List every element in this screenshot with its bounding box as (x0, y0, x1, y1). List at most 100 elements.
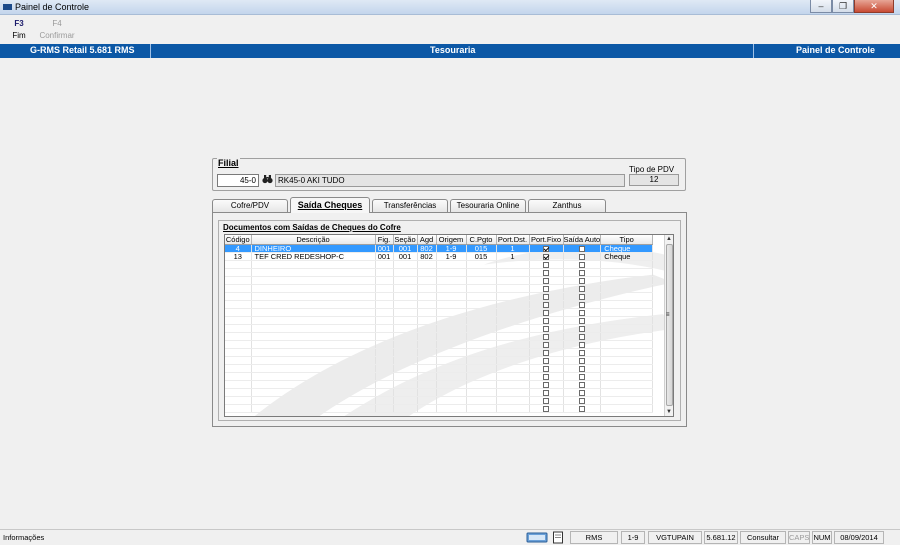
col-saidaauto[interactable]: Saída Auto (563, 235, 602, 245)
saida-auto-checkbox[interactable] (578, 270, 585, 277)
port-fixo-checkbox[interactable] (543, 350, 549, 357)
port-fixo-checkbox[interactable] (543, 326, 549, 333)
saida-auto-checkbox[interactable] (578, 342, 585, 349)
tab-cofre-pdv[interactable]: Cofre/PDV (212, 199, 288, 212)
col-portfixo[interactable]: Port.Fixo (529, 235, 564, 245)
empty-row[interactable] (225, 404, 654, 414)
tab-tesouraria-online[interactable]: Tesouraria Online (450, 199, 526, 212)
empty-cell (563, 388, 602, 398)
empty-cell (563, 324, 602, 334)
port-fixo-checkbox[interactable] (543, 246, 549, 253)
saida-auto-checkbox[interactable] (578, 366, 585, 373)
empty-cell (529, 396, 564, 406)
saida-auto-checkbox[interactable] (578, 254, 585, 261)
confirmar-key: F4 (52, 19, 62, 28)
empty-row[interactable] (225, 332, 654, 342)
port-fixo-checkbox[interactable] (543, 302, 549, 309)
scroll-down-icon[interactable]: ▼ (665, 408, 673, 416)
port-fixo-checkbox[interactable] (543, 390, 549, 397)
empty-cell (563, 292, 602, 302)
port-fixo-checkbox[interactable] (543, 342, 549, 349)
toolbar: F3 Fim F4 Confirmar (0, 15, 900, 44)
empty-row[interactable] (225, 348, 654, 358)
restore-icon[interactable]: ❐ (832, 0, 854, 13)
tab-saida-cheques[interactable]: Saída Cheques (290, 197, 370, 213)
port-fixo-checkbox[interactable] (543, 358, 549, 365)
saida-auto-checkbox[interactable] (578, 350, 585, 357)
empty-row[interactable] (225, 292, 654, 302)
saida-auto-checkbox[interactable] (578, 374, 585, 381)
empty-row[interactable] (225, 364, 654, 374)
empty-cell (529, 372, 564, 382)
empty-cell (529, 348, 564, 358)
saida-auto-checkbox[interactable] (578, 358, 585, 365)
saida-auto-checkbox[interactable] (578, 310, 585, 317)
empty-row[interactable] (225, 308, 654, 318)
saida-auto-checkbox[interactable] (578, 278, 585, 285)
empty-cell (436, 404, 467, 414)
empty-row[interactable] (225, 276, 654, 286)
empty-row[interactable] (225, 284, 654, 294)
empty-row[interactable] (225, 260, 654, 270)
empty-row[interactable] (225, 388, 654, 398)
saida-auto-checkbox[interactable] (578, 382, 585, 389)
port-fixo-checkbox[interactable] (543, 310, 549, 317)
saida-auto-checkbox[interactable] (578, 318, 585, 325)
saida-auto-checkbox[interactable] (578, 246, 585, 253)
status-version: 5.681.12 (704, 531, 738, 544)
grid-scrollbar[interactable]: ▲ ≡ ▼ (664, 235, 673, 416)
empty-row[interactable] (225, 340, 654, 350)
port-fixo-checkbox[interactable] (543, 286, 549, 293)
port-fixo-checkbox[interactable] (543, 294, 549, 301)
filial-code-input[interactable]: 45-0 (217, 174, 259, 187)
saida-auto-checkbox[interactable] (578, 286, 585, 293)
saida-auto-checkbox[interactable] (578, 302, 585, 309)
empty-cell (563, 332, 602, 342)
status-info: Informações (3, 533, 45, 542)
port-fixo-checkbox[interactable] (543, 374, 549, 381)
empty-cell (529, 364, 564, 374)
table-row[interactable]: 13 TEF CRED REDESHOP-C 001 001 802 1-9 015 1 Che… (225, 252, 654, 262)
documents-grid[interactable]: Código Descrição Fig. Seção Agd Origem C… (224, 234, 674, 417)
confirmar-button[interactable]: F4 Confirmar (38, 19, 76, 40)
minimize-icon[interactable]: – (810, 0, 832, 13)
port-fixo-checkbox[interactable] (543, 382, 549, 389)
saida-auto-checkbox[interactable] (578, 406, 585, 413)
empty-row[interactable] (225, 396, 654, 406)
port-fixo-checkbox[interactable] (543, 398, 549, 405)
empty-row[interactable] (225, 324, 654, 334)
tab-transferencias[interactable]: Transferências (372, 199, 448, 212)
close-icon[interactable]: ✕ (854, 0, 894, 13)
tab-zanthus[interactable]: Zanthus (528, 199, 606, 212)
binoculars-icon[interactable] (262, 174, 273, 186)
port-fixo-checkbox[interactable] (543, 318, 549, 325)
header-divider (753, 44, 754, 58)
saida-auto-checkbox[interactable] (578, 334, 585, 341)
port-fixo-checkbox[interactable] (543, 366, 549, 373)
port-fixo-checkbox[interactable] (543, 270, 549, 277)
port-fixo-checkbox[interactable] (543, 278, 549, 285)
empty-row[interactable] (225, 380, 654, 390)
port-fixo-checkbox[interactable] (543, 334, 549, 341)
documents-table: Código Descrição Fig. Seção Agd Origem C… (225, 235, 654, 414)
port-fixo-checkbox[interactable] (543, 406, 549, 413)
empty-row[interactable] (225, 316, 654, 326)
saida-auto-checkbox[interactable] (578, 398, 585, 405)
scroll-thumb[interactable] (666, 244, 673, 406)
empty-cell (563, 348, 602, 358)
empty-cell (563, 396, 602, 406)
empty-row[interactable] (225, 356, 654, 366)
empty-row[interactable] (225, 372, 654, 382)
fim-button[interactable]: F3 Fim (9, 19, 29, 40)
empty-row[interactable] (225, 268, 654, 278)
scroll-up-icon[interactable]: ▲ (665, 235, 673, 243)
saida-auto-checkbox[interactable] (578, 326, 585, 333)
documents-table-body: 4 DINHEIRO 001 001 802 1-9 015 1 Cheque 13 TEF CRE… (225, 244, 654, 414)
saida-auto-checkbox[interactable] (578, 390, 585, 397)
saida-auto-checkbox[interactable] (578, 262, 585, 269)
empty-row[interactable] (225, 300, 654, 310)
port-fixo-checkbox[interactable] (543, 262, 549, 269)
port-fixo-checkbox[interactable] (543, 254, 549, 261)
saida-auto-checkbox[interactable] (578, 294, 585, 301)
tab-panel: Documentos com Saídas de Cheques do Cofr… (212, 212, 687, 427)
